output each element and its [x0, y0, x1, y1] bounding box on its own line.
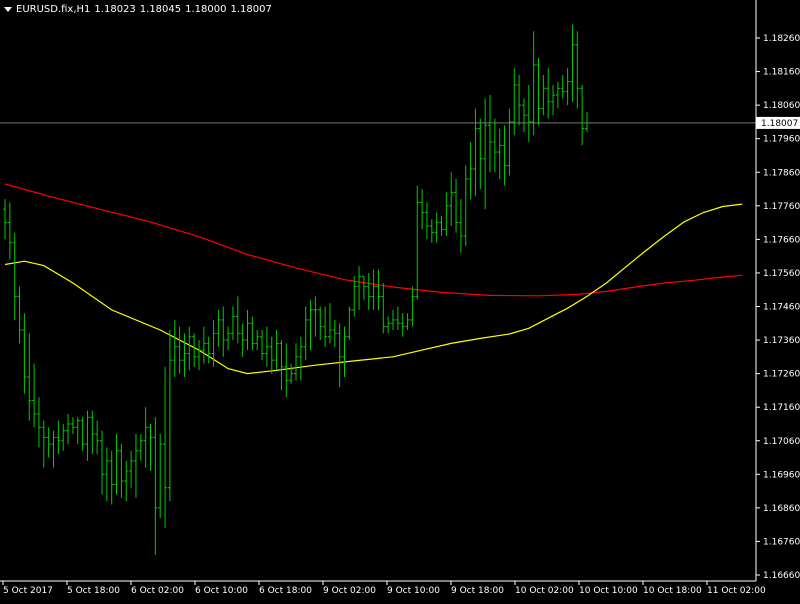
y-tick-label: 1.18260 — [763, 34, 800, 44]
y-tick-label: 1.17260 — [763, 370, 800, 380]
x-tick-label: 10 Oct 02:00 — [515, 586, 574, 596]
y-tick-label: 1.17560 — [763, 269, 800, 279]
y-tick-label: 1.17960 — [763, 135, 800, 145]
plot-background — [0, 0, 800, 600]
symbol-label: EURUSD.fix,H1 — [16, 4, 91, 15]
y-tick-label: 1.17760 — [763, 202, 800, 212]
x-tick-label: 6 Oct 18:00 — [259, 586, 312, 596]
chart-root: 1.18260 1.18160 1.18060 1.17960 1.17860 1.177… — [0, 0, 800, 600]
y-tick-label: 1.16760 — [763, 537, 800, 547]
y-tick-label: 1.17360 — [763, 336, 800, 346]
y-tick-label: 1.16960 — [763, 470, 800, 480]
x-tick-label: 5 Oct 18:00 — [67, 586, 120, 596]
y-tick-label: 1.16660 — [763, 571, 800, 581]
collapse-triangle-icon[interactable] — [4, 6, 12, 12]
open-value: 1.18023 — [94, 4, 136, 15]
y-tick-label: 1.17160 — [763, 403, 800, 413]
chart-header: EURUSD.fix,H1 1.18023 1.18045 1.18000 1.1800… — [4, 4, 276, 15]
y-tick-label: 1.17660 — [763, 235, 800, 245]
y-tick-label: 1.18060 — [763, 101, 800, 111]
y-tick-label: 1.17060 — [763, 437, 800, 447]
x-tick-label: 6 Oct 10:00 — [195, 586, 248, 596]
x-tick-label: 5 Oct 2017 — [3, 586, 53, 596]
low-value: 1.18000 — [185, 4, 227, 15]
price-chart: 1.18260 1.18160 1.18060 1.17960 1.17860 1.177… — [0, 0, 800, 600]
close-value: 1.18007 — [230, 4, 272, 15]
y-tick-label: 1.17860 — [763, 168, 800, 178]
x-tick-label: 6 Oct 02:00 — [131, 586, 184, 596]
x-tick-label: 9 Oct 02:00 — [323, 586, 376, 596]
y-tick-label: 1.16860 — [763, 504, 800, 514]
x-tick-label: 9 Oct 18:00 — [451, 586, 504, 596]
x-tick-label: 10 Oct 10:00 — [579, 586, 638, 596]
high-value: 1.18045 — [139, 4, 182, 15]
current-price-label: 1.18007 — [761, 119, 798, 129]
x-tick-label: 11 Oct 02:00 — [707, 586, 766, 596]
y-tick-label: 1.17460 — [763, 303, 800, 313]
y-tick-label: 1.18160 — [763, 68, 800, 78]
x-tick-label: 9 Oct 10:00 — [387, 586, 440, 596]
x-tick-label: 10 Oct 18:00 — [643, 586, 702, 596]
